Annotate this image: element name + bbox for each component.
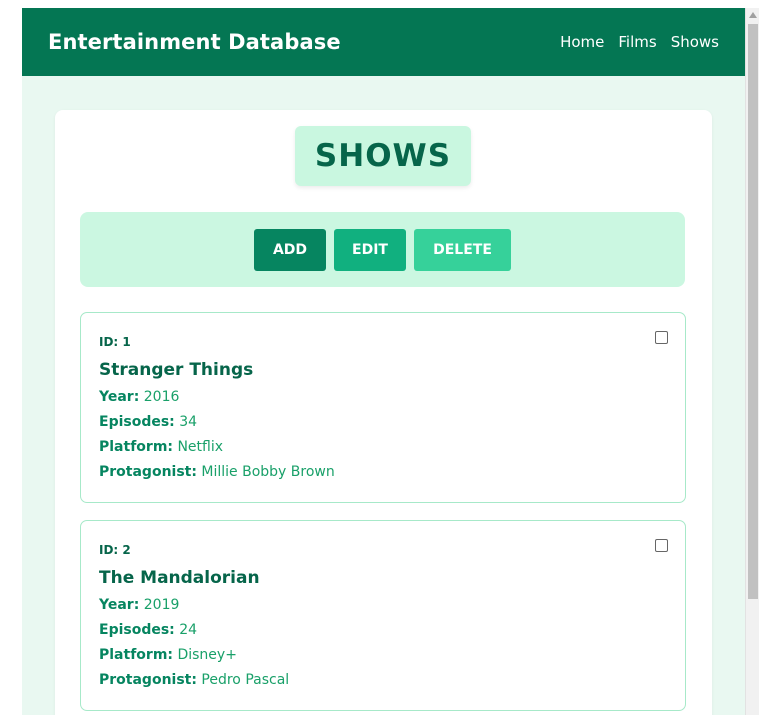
platform-value: Netflix (177, 439, 224, 455)
show-protagonist: Protagonist: Millie Bobby Brown (99, 464, 335, 480)
nav-links: Home Films Shows (560, 33, 719, 51)
delete-button[interactable]: DELETE (414, 228, 511, 271)
action-toolbar: ADD EDIT DELETE (80, 212, 685, 287)
show-episodes: Episodes: 34 (99, 414, 197, 430)
scroll-up-icon[interactable] (749, 12, 757, 18)
protagonist-value: Millie Bobby Brown (201, 464, 335, 480)
brand-title: Entertainment Database (48, 30, 341, 54)
content-card: SHOWS ADD EDIT DELETE ID: 1 Stranger Thi… (55, 110, 712, 715)
page-title: SHOWS (314, 138, 452, 174)
edit-button[interactable]: EDIT (334, 228, 406, 271)
year-label: Year: (99, 597, 140, 613)
protagonist-label: Protagonist: (99, 672, 197, 688)
show-year: Year: 2016 (99, 389, 179, 405)
year-value: 2016 (143, 389, 180, 405)
show-id: ID: 1 (99, 335, 131, 349)
nav-link-shows[interactable]: Shows (671, 33, 719, 51)
platform-label: Platform: (99, 647, 173, 663)
protagonist-value: Pedro Pascal (201, 672, 290, 688)
protagonist-label: Protagonist: (99, 464, 197, 480)
nav-link-films[interactable]: Films (618, 33, 656, 51)
navbar: Entertainment Database Home Films Shows (22, 8, 745, 76)
show-item: ID: 1 Stranger Things Year: 2016 Episode… (80, 312, 686, 503)
show-protagonist: Protagonist: Pedro Pascal (99, 672, 289, 688)
page-title-box: SHOWS (295, 126, 471, 186)
episodes-label: Episodes: (99, 414, 175, 430)
top-gutter (0, 0, 759, 8)
year-value: 2019 (143, 597, 180, 613)
left-gutter (0, 0, 22, 715)
episodes-value: 34 (179, 414, 198, 430)
vertical-scrollbar[interactable] (745, 8, 759, 715)
platform-value: Disney+ (177, 647, 237, 663)
scroll-thumb[interactable] (748, 24, 758, 599)
episodes-value: 24 (179, 622, 198, 638)
show-item: ID: 2 The Mandalorian Year: 2019 Episode… (80, 520, 686, 711)
show-platform: Platform: Netflix (99, 439, 223, 455)
show-title: Stranger Things (99, 360, 254, 380)
show-select-checkbox[interactable] (655, 331, 668, 344)
episodes-label: Episodes: (99, 622, 175, 638)
platform-label: Platform: (99, 439, 173, 455)
page-viewport: Entertainment Database Home Films Shows … (22, 8, 745, 715)
show-select-checkbox[interactable] (655, 539, 668, 552)
show-episodes: Episodes: 24 (99, 622, 197, 638)
show-year: Year: 2019 (99, 597, 179, 613)
year-label: Year: (99, 389, 140, 405)
add-button[interactable]: ADD (254, 228, 326, 271)
show-platform: Platform: Disney+ (99, 647, 237, 663)
show-id: ID: 2 (99, 543, 131, 557)
nav-link-home[interactable]: Home (560, 33, 604, 51)
show-title: The Mandalorian (99, 568, 260, 588)
